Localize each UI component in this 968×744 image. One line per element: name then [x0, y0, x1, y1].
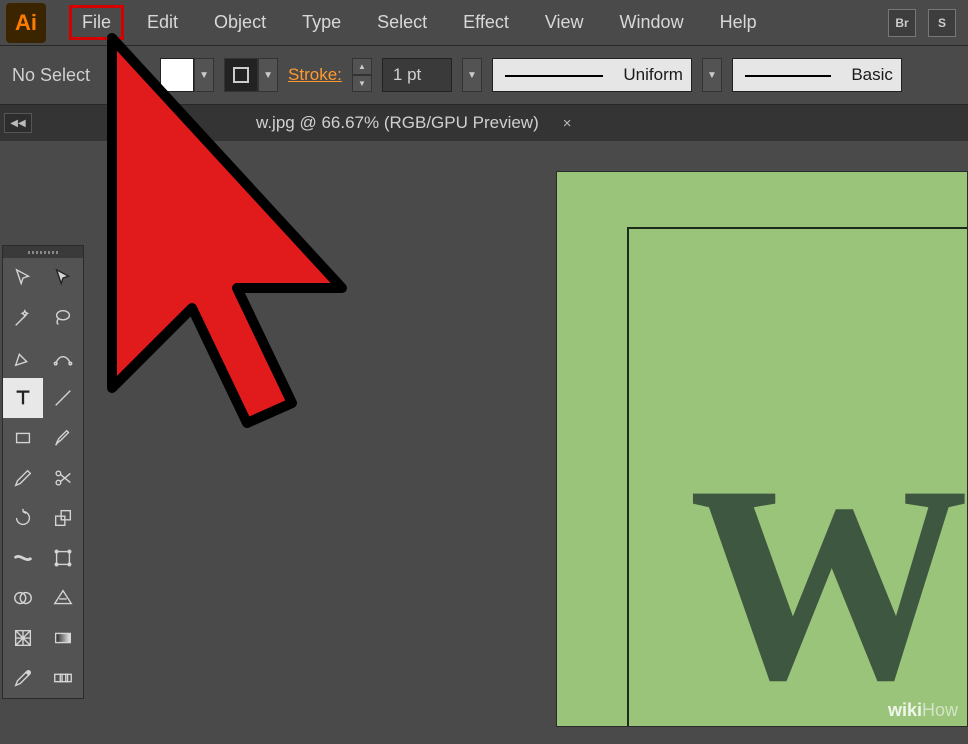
- document-tab[interactable]: w.jpg @ 66.67% (RGB/GPU Preview) ×: [36, 105, 627, 141]
- tool-gradient[interactable]: [43, 618, 83, 658]
- menu-effect[interactable]: Effect: [451, 6, 521, 39]
- variable-width-profile[interactable]: Uniform: [492, 58, 692, 92]
- art-frame: W: [627, 227, 967, 726]
- tool-rotate[interactable]: [3, 498, 43, 538]
- menu-window[interactable]: Window: [608, 6, 696, 39]
- stroke-dropdown-icon[interactable]: ▼: [258, 58, 278, 92]
- tool-selection[interactable]: [3, 258, 43, 298]
- brush-definition[interactable]: Basic: [732, 58, 902, 92]
- tool-type[interactable]: [3, 378, 43, 418]
- canvas-region[interactable]: W: [86, 141, 968, 727]
- menu-file[interactable]: File: [70, 6, 123, 39]
- watermark: wikiHow: [888, 700, 958, 721]
- panel-collapse-icon[interactable]: ◀◀: [4, 113, 32, 133]
- tool-scissors[interactable]: [43, 458, 83, 498]
- menu-help[interactable]: Help: [708, 6, 769, 39]
- tool-shape-builder[interactable]: [3, 578, 43, 618]
- watermark-suffix: How: [922, 700, 958, 720]
- tool-pencil[interactable]: [3, 458, 43, 498]
- brush-label: Basic: [851, 65, 901, 85]
- menu-object[interactable]: Object: [202, 6, 278, 39]
- tool-free-transform[interactable]: [43, 538, 83, 578]
- profile-line-icon: [505, 75, 603, 77]
- tool-rectangle[interactable]: [3, 418, 43, 458]
- stroke-swatch[interactable]: [224, 58, 258, 92]
- control-bar: No Select ▼ ▼ Stroke: ▲▼ 1 pt ▼ Uniform …: [0, 45, 968, 105]
- tool-scale[interactable]: [43, 498, 83, 538]
- toolbox-grip[interactable]: [3, 246, 83, 258]
- document-area: ◀◀ w.jpg @ 66.67% (RGB/GPU Preview) ×: [0, 105, 968, 727]
- canvas-letter: W: [689, 421, 959, 744]
- tool-mesh[interactable]: [3, 618, 43, 658]
- stock-button[interactable]: S: [928, 9, 956, 37]
- tool-paintbrush[interactable]: [43, 418, 83, 458]
- menu-edit[interactable]: Edit: [135, 6, 190, 39]
- tool-width[interactable]: [3, 538, 43, 578]
- menu-select[interactable]: Select: [365, 6, 439, 39]
- brush-line-icon: [745, 75, 831, 77]
- menu-type[interactable]: Type: [290, 6, 353, 39]
- tool-pen[interactable]: [3, 338, 43, 378]
- fill-swatch-group[interactable]: ▼: [160, 58, 214, 92]
- tab-strip: ◀◀ w.jpg @ 66.67% (RGB/GPU Preview) ×: [0, 105, 968, 141]
- stroke-swatch-group[interactable]: ▼: [224, 58, 278, 92]
- toolbox: [2, 245, 84, 699]
- tool-direct-selection[interactable]: [43, 258, 83, 298]
- stroke-weight-stepper[interactable]: ▲▼: [352, 58, 372, 92]
- profile-dropdown-icon[interactable]: ▼: [702, 58, 722, 92]
- menu-view[interactable]: View: [533, 6, 596, 39]
- tool-magic-wand[interactable]: [3, 298, 43, 338]
- stroke-weight-field[interactable]: 1 pt: [382, 58, 452, 92]
- stroke-label[interactable]: Stroke:: [288, 65, 342, 85]
- watermark-brand: wiki: [888, 700, 922, 720]
- app-logo: Ai: [6, 3, 46, 43]
- tool-lasso[interactable]: [43, 298, 83, 338]
- fill-swatch[interactable]: [160, 58, 194, 92]
- fill-dropdown-icon[interactable]: ▼: [194, 58, 214, 92]
- tab-title: w.jpg @ 66.67% (RGB/GPU Preview): [256, 113, 539, 133]
- tool-line-segment[interactable]: [43, 378, 83, 418]
- selection-status: No Select: [12, 65, 90, 86]
- tool-blend[interactable]: [43, 658, 83, 698]
- tab-close-icon[interactable]: ×: [563, 115, 572, 132]
- menubar: Ai File Edit Object Type Select Effect V…: [0, 0, 968, 45]
- tool-curvature-pen[interactable]: [43, 338, 83, 378]
- profile-label: Uniform: [623, 65, 691, 85]
- tool-eyedropper[interactable]: [3, 658, 43, 698]
- tool-perspective-grid[interactable]: [43, 578, 83, 618]
- bridge-button[interactable]: Br: [888, 9, 916, 37]
- stroke-weight-dropdown-icon[interactable]: ▼: [462, 58, 482, 92]
- artboard[interactable]: W: [556, 171, 968, 727]
